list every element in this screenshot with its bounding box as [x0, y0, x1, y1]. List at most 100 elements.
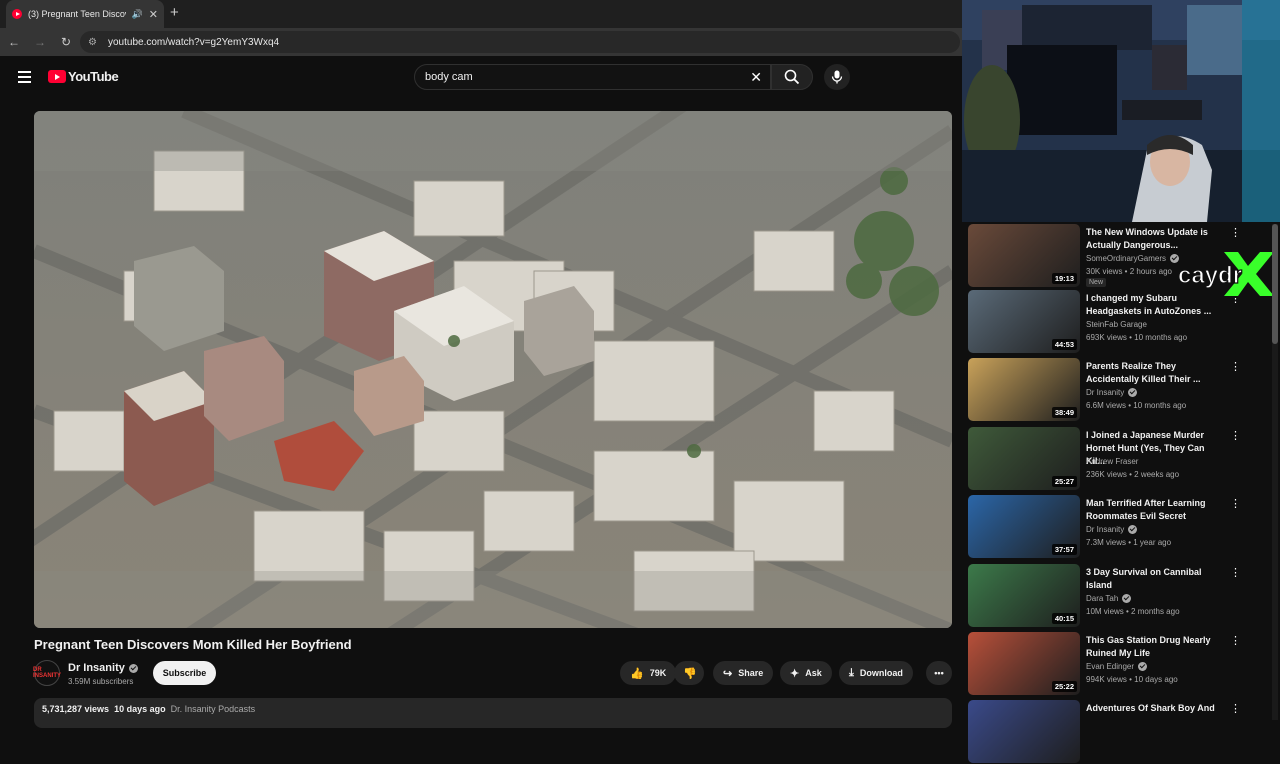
tab-title: (3) Pregnant Teen Discover — [28, 9, 126, 19]
new-badge: New — [1086, 278, 1107, 287]
recommendation-title[interactable]: The New Windows Update is Actually Dange… — [1086, 226, 1226, 252]
recommendation-item[interactable]: 40:15 3 Day Survival on Cannibal Island Da… — [968, 564, 1241, 628]
streamer-watermark: caydr — [1176, 250, 1276, 296]
video-duration: 40:15 — [1051, 613, 1077, 624]
recommendation-channel-name: Dara Tah — [1086, 594, 1119, 603]
new-tab-icon[interactable]: + — [170, 4, 179, 21]
ask-label: Ask — [805, 668, 822, 678]
recommendation-thumbnail[interactable]: 37:57 — [968, 495, 1080, 558]
view-count: 5,731,287 views — [42, 704, 110, 714]
recommendation-channel[interactable]: Dr Insanity — [1086, 525, 1138, 534]
channel-name[interactable]: Dr Insanity — [68, 662, 138, 674]
more-vertical-icon[interactable]: ⋮ — [1230, 429, 1241, 442]
browser-tab-active[interactable]: (3) Pregnant Teen Discover 🔊 ✕ — [6, 0, 164, 28]
upload-age: 10 days ago — [114, 704, 166, 714]
ask-button[interactable]: ✦ Ask — [780, 661, 832, 685]
recommendation-thumbnail[interactable]: 25:22 — [968, 632, 1080, 695]
more-vertical-icon[interactable]: ⋮ — [1230, 360, 1241, 373]
recommendation-item[interactable]: 38:49 Parents Realize They Accidentally K… — [968, 358, 1241, 422]
recommendation-meta: 6.6M views • 10 months ago — [1086, 401, 1187, 410]
channel-avatar[interactable]: DR INSANITY — [33, 660, 61, 686]
recommendation-item[interactable]: Adventures Of Shark Boy And ⋮ — [968, 700, 1241, 764]
menu-icon[interactable] — [18, 71, 31, 86]
recommendation-channel-name: SomeOrdinaryGamers — [1086, 254, 1167, 263]
recommendation-title[interactable]: 3 Day Survival on Cannibal Island — [1086, 566, 1226, 592]
subscribe-button[interactable]: Subscribe — [153, 661, 216, 685]
recommendation-title[interactable]: Parents Realize They Accidentally Killed… — [1086, 360, 1226, 386]
forward-icon[interactable]: → — [28, 35, 52, 49]
video-duration: 38:49 — [1051, 407, 1077, 418]
back-icon[interactable]: ← — [2, 35, 26, 49]
recommendation-channel[interactable]: SteinFab Garage — [1086, 320, 1147, 329]
recommendation-thumbnail[interactable] — [968, 700, 1080, 763]
site-info-icon[interactable]: ⚙ — [88, 37, 100, 48]
more-vertical-icon[interactable]: ⋮ — [1230, 497, 1241, 510]
subscriber-count: 3.59M subscribers — [68, 677, 134, 686]
video-frame-image — [34, 111, 952, 628]
dislike-button[interactable]: 👎 — [674, 661, 704, 685]
recommendation-item[interactable]: 25:22 This Gas Station Drug Nearly Ruined… — [968, 632, 1241, 696]
verified-icon — [1128, 525, 1138, 534]
microphone-icon — [831, 70, 843, 84]
recommendation-channel-name: SteinFab Garage — [1086, 320, 1147, 329]
recommendation-channel[interactable]: Evan Edinger — [1086, 662, 1148, 671]
recommendation-thumbnail[interactable]: 38:49 — [968, 358, 1080, 421]
more-vertical-icon[interactable]: ⋮ — [1230, 226, 1241, 239]
recommendation-item[interactable]: 37:57 Man Terrified After Learning Roomma… — [968, 495, 1241, 559]
recommendation-channel[interactable]: SomeOrdinaryGamers — [1086, 254, 1180, 263]
share-icon: ↪ — [723, 667, 733, 680]
verified-icon — [1122, 594, 1132, 603]
youtube-header: YouTube body cam ✕ — [0, 58, 962, 96]
download-button[interactable]: ⤓ Download — [839, 661, 913, 685]
caydr-logo: caydr — [1177, 252, 1274, 296]
recommendation-title[interactable]: This Gas Station Drug Nearly Ruined My L… — [1086, 634, 1226, 660]
recommendation-item[interactable]: 25:27 I Joined a Japanese Murder Hornet H… — [968, 427, 1241, 491]
download-icon: ⤓ — [849, 666, 854, 679]
more-vertical-icon[interactable]: ⋮ — [1230, 566, 1241, 579]
sparkle-icon: ✦ — [790, 667, 800, 680]
description-box[interactable]: 5,731,287 views 10 days ago Dr. Insanity… — [34, 698, 952, 728]
recommendation-item[interactable]: 44:53 I changed my Subaru Headgaskets in … — [968, 290, 1241, 354]
webcam-overlay — [962, 0, 1280, 222]
video-title: Pregnant Teen Discovers Mom Killed Her B… — [34, 637, 352, 652]
more-vertical-icon[interactable]: ⋮ — [1230, 702, 1241, 715]
recommendation-thumbnail[interactable]: 19:13 — [968, 224, 1080, 287]
recommendation-meta: 236K views • 2 weeks ago — [1086, 470, 1180, 479]
clear-search-icon[interactable]: ✕ — [750, 69, 762, 86]
description-tag[interactable]: Dr. Insanity Podcasts — [171, 704, 256, 714]
youtube-logo[interactable]: YouTube — [48, 69, 119, 84]
address-bar[interactable]: ⚙ youtube.com/watch?v=g2YemY3Wxq4 — [80, 31, 960, 53]
search-input[interactable]: body cam ✕ — [414, 64, 771, 90]
share-label: Share — [738, 668, 764, 678]
search-button[interactable] — [771, 64, 813, 90]
recommendation-channel-name: Evan Edinger — [1086, 662, 1135, 671]
like-count: 79K — [649, 668, 667, 678]
recommendation-channel[interactable]: Dr Insanity — [1086, 388, 1138, 397]
recommendation-title[interactable]: Adventures Of Shark Boy And — [1086, 702, 1226, 715]
recommendation-thumbnail[interactable]: 25:27 — [968, 427, 1080, 490]
recommendation-channel-name: Dr Insanity — [1086, 388, 1125, 397]
reload-icon[interactable]: ↻ — [54, 35, 78, 49]
sidebar-scrollbar[interactable] — [1272, 224, 1278, 720]
scrollbar-thumb[interactable] — [1272, 224, 1278, 344]
youtube-favicon-icon — [12, 9, 22, 19]
browser-toolbar: ← → ↻ ⚙ youtube.com/watch?v=g2YemY3Wxq4 — [0, 28, 962, 56]
youtube-play-icon — [48, 70, 66, 83]
video-player[interactable] — [34, 111, 952, 628]
video-duration: 37:57 — [1051, 544, 1077, 555]
more-vertical-icon[interactable]: ⋮ — [1230, 634, 1241, 647]
download-label: Download — [859, 668, 903, 678]
like-button[interactable]: 👍 79K — [620, 661, 677, 685]
voice-search-button[interactable] — [824, 64, 850, 90]
recommendation-channel[interactable]: Dara Tah — [1086, 594, 1132, 603]
speaker-icon[interactable]: 🔊 — [132, 9, 143, 20]
share-button[interactable]: ↪ Share — [713, 661, 774, 685]
recommendation-title[interactable]: Man Terrified After Learning Roommates E… — [1086, 497, 1226, 523]
recommendation-thumbnail[interactable]: 40:15 — [968, 564, 1080, 627]
more-actions-button[interactable]: ••• — [926, 661, 952, 685]
thumbs-down-icon: 👎 — [683, 667, 697, 680]
recommendation-channel[interactable]: Andrew Fraser — [1086, 457, 1138, 466]
tab-close-icon[interactable]: ✕ — [149, 8, 158, 21]
recommendation-thumbnail[interactable]: 44:53 — [968, 290, 1080, 353]
recommendation-meta: 30K views • 2 hours ago — [1086, 267, 1172, 276]
